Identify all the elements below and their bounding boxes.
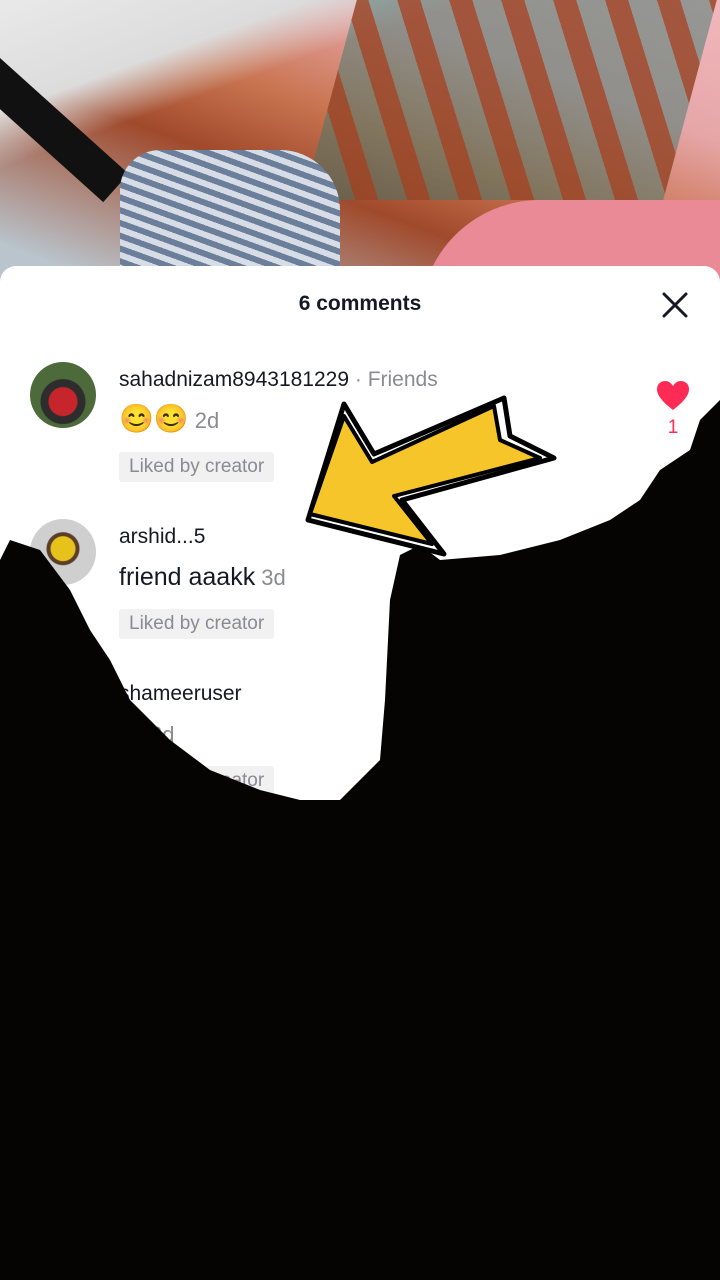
comment-text: oli 3d [119,720,175,749]
liked-by-creator-badge: Liked by creator [119,766,275,796]
comments-header: 6 comments [0,266,720,344]
comment-text: friend aaakk 3d [119,563,286,592]
video-background [0,0,720,300]
comment-body: oli [119,720,145,748]
heart-icon [657,381,689,410]
liked-by-creator-badge: Liked by creator [119,452,275,482]
comments-sheet: 6 comments sahadnizam8943181229 · Friend… [0,266,720,1280]
comment-body: friend aaakk [119,563,256,591]
comment-text: 😊😊 2d [119,402,219,435]
liked-by-creator-badge: Liked by creator [119,609,275,639]
video-stripe [0,40,129,203]
close-icon [662,292,688,318]
comment-time: 3d [261,565,286,590]
like-count: 1 [667,417,679,438]
comments-title: 6 comments [298,292,422,315]
username-text: sahadnizam8943181229 [119,368,350,391]
like-button[interactable]: 1 [656,380,690,439]
comment-time: 2d [194,408,220,433]
comment-username[interactable]: sahadnizam8943181229 · Friends [119,368,438,392]
avatar[interactable] [30,362,96,428]
comment-time: 3d [150,722,175,747]
avatar[interactable] [30,519,96,585]
comment-username[interactable]: arshid...5 [119,525,205,549]
comment-username[interactable]: shameeruser [119,682,242,706]
comment-body: 😊😊 [119,403,189,434]
video-frame-pattern [303,0,717,200]
close-button[interactable] [660,290,690,320]
friends-tag: · Friends [349,368,438,391]
